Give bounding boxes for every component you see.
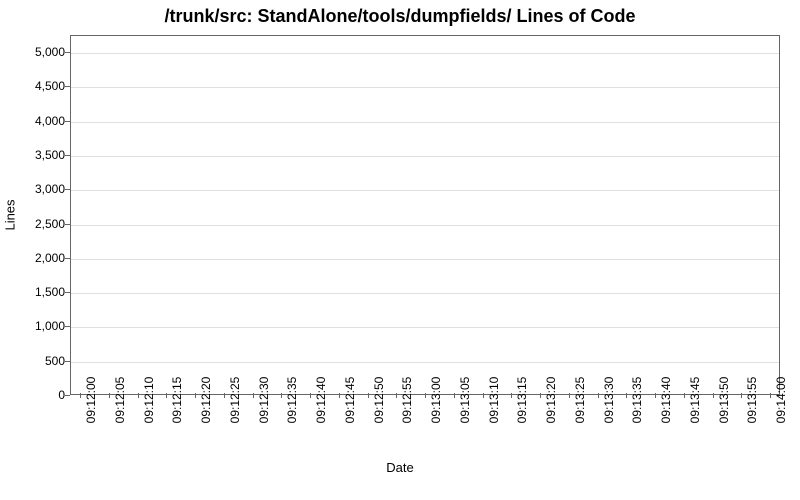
x-tick-label: 09:13:40 xyxy=(659,377,673,424)
x-axis-label: Date xyxy=(0,460,800,475)
gridline xyxy=(71,362,779,363)
y-tick-mark xyxy=(65,224,70,225)
x-tick-mark xyxy=(655,393,656,398)
x-tick-mark xyxy=(626,393,627,398)
x-tick-label: 09:13:15 xyxy=(515,377,529,424)
x-tick-label: 09:12:40 xyxy=(314,377,328,424)
x-tick-mark xyxy=(339,393,340,398)
y-tick-mark xyxy=(65,121,70,122)
y-tick-mark xyxy=(65,52,70,53)
x-tick-mark xyxy=(598,393,599,398)
x-tick-mark xyxy=(396,393,397,398)
y-tick-mark xyxy=(65,395,70,396)
x-tick-mark xyxy=(511,393,512,398)
x-tick-label: 09:12:05 xyxy=(113,377,127,424)
x-tick-label: 09:12:30 xyxy=(257,377,271,424)
gridline xyxy=(71,293,779,294)
x-tick-mark xyxy=(368,393,369,398)
x-tick-mark xyxy=(253,393,254,398)
gridline xyxy=(71,87,779,88)
chart-container: /trunk/src: StandAlone/tools/dumpfields/… xyxy=(0,0,800,500)
y-tick-mark xyxy=(65,86,70,87)
y-tick-label: 1,000 xyxy=(5,319,65,333)
x-tick-label: 09:12:15 xyxy=(170,377,184,424)
y-tick-label: 4,500 xyxy=(5,79,65,93)
x-tick-mark xyxy=(109,393,110,398)
y-tick-label: 3,000 xyxy=(5,182,65,196)
x-tick-mark xyxy=(454,393,455,398)
x-tick-mark xyxy=(684,393,685,398)
x-tick-mark xyxy=(224,393,225,398)
y-tick-label: 2,000 xyxy=(5,251,65,265)
gridline xyxy=(71,225,779,226)
chart-title: /trunk/src: StandAlone/tools/dumpfields/… xyxy=(0,6,800,27)
x-tick-mark xyxy=(310,393,311,398)
y-tick-mark xyxy=(65,361,70,362)
x-tick-label: 09:12:25 xyxy=(228,377,242,424)
y-tick-label: 3,500 xyxy=(5,148,65,162)
gridline xyxy=(71,122,779,123)
x-tick-label: 09:12:10 xyxy=(142,377,156,424)
x-tick-label: 09:12:50 xyxy=(372,377,386,424)
x-tick-mark xyxy=(281,393,282,398)
x-tick-label: 09:12:35 xyxy=(285,377,299,424)
x-tick-label: 09:13:55 xyxy=(745,377,759,424)
gridline xyxy=(71,156,779,157)
x-tick-label: 09:14:00 xyxy=(774,377,788,424)
x-tick-label: 09:13:50 xyxy=(717,377,731,424)
y-tick-label: 1,500 xyxy=(5,285,65,299)
x-tick-mark xyxy=(540,393,541,398)
x-tick-mark xyxy=(741,393,742,398)
x-tick-label: 09:13:25 xyxy=(573,377,587,424)
x-tick-label: 09:12:55 xyxy=(400,377,414,424)
x-tick-mark xyxy=(425,393,426,398)
y-tick-mark xyxy=(65,189,70,190)
y-tick-label: 500 xyxy=(5,354,65,368)
y-tick-mark xyxy=(65,326,70,327)
x-tick-mark xyxy=(770,393,771,398)
x-tick-mark xyxy=(713,393,714,398)
gridline xyxy=(71,327,779,328)
x-tick-label: 09:13:30 xyxy=(602,377,616,424)
x-tick-label: 09:12:00 xyxy=(84,377,98,424)
x-tick-mark xyxy=(569,393,570,398)
plot-area xyxy=(70,35,780,395)
y-tick-mark xyxy=(65,155,70,156)
gridline xyxy=(71,259,779,260)
gridline xyxy=(71,190,779,191)
x-tick-label: 09:12:45 xyxy=(343,377,357,424)
x-tick-label: 09:13:35 xyxy=(630,377,644,424)
y-tick-mark xyxy=(65,292,70,293)
y-tick-label: 2,500 xyxy=(5,217,65,231)
x-tick-label: 09:12:20 xyxy=(199,377,213,424)
x-tick-mark xyxy=(80,393,81,398)
x-tick-label: 09:13:00 xyxy=(429,377,443,424)
x-tick-label: 09:13:45 xyxy=(688,377,702,424)
x-tick-mark xyxy=(138,393,139,398)
x-tick-mark xyxy=(166,393,167,398)
y-tick-label: 5,000 xyxy=(5,45,65,59)
y-tick-label: 4,000 xyxy=(5,114,65,128)
x-tick-mark xyxy=(195,393,196,398)
gridline xyxy=(71,53,779,54)
x-tick-label: 09:13:05 xyxy=(458,377,472,424)
y-tick-label: 0 xyxy=(5,388,65,402)
y-tick-mark xyxy=(65,258,70,259)
x-tick-label: 09:13:20 xyxy=(544,377,558,424)
x-tick-mark xyxy=(483,393,484,398)
x-tick-label: 09:13:10 xyxy=(487,377,501,424)
